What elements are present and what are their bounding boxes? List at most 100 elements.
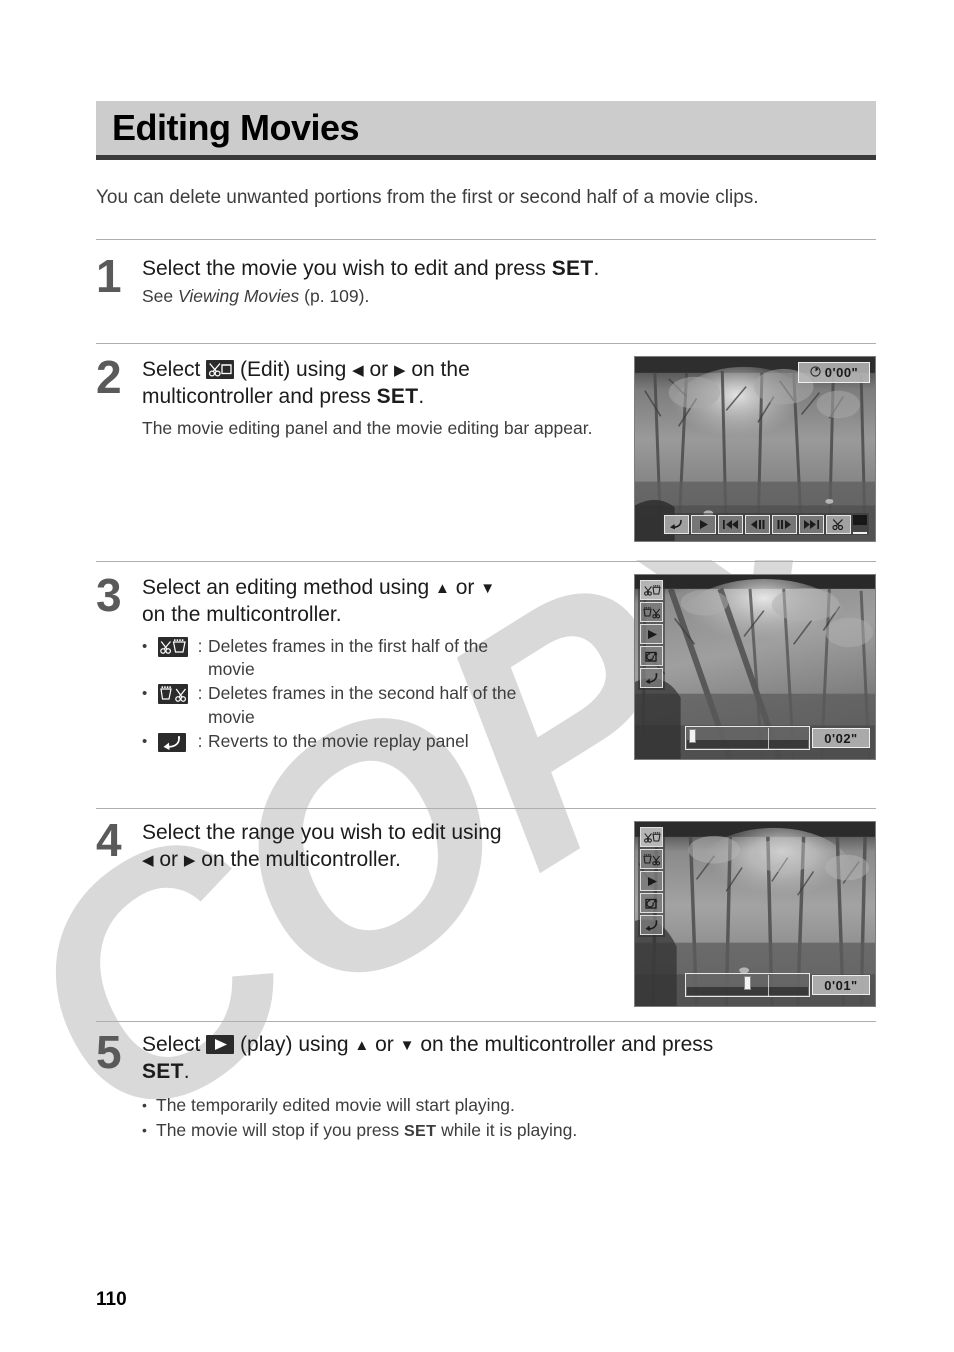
movie-replay-control-bar[interactable] <box>662 513 869 535</box>
movie-editing-bar[interactable] <box>685 726 810 750</box>
step-5-number: 5 <box>96 1026 122 1078</box>
play-button[interactable] <box>640 871 663 891</box>
step-1-sub-reference: Viewing Movies <box>178 285 300 306</box>
bullet-text: Reverts to the movie replay panel <box>208 730 469 751</box>
exit-button[interactable] <box>664 514 689 534</box>
step-3-line1-before: Select an editing method using <box>142 576 436 599</box>
revert-icon <box>158 730 192 755</box>
clock-icon <box>810 365 821 380</box>
movie-editing-bar[interactable] <box>685 973 810 997</box>
timer-value: 0'02" <box>824 730 858 746</box>
up-arrow-icon: ▲ <box>435 580 450 597</box>
down-arrow-icon: ▼ <box>480 580 496 597</box>
timer-badge: 0'02" <box>812 728 870 748</box>
set-label: SET <box>376 384 419 408</box>
bullet-text: The temporarily edited movie will start … <box>156 1094 515 1115</box>
page-title: Editing Movies <box>112 107 360 148</box>
cut-second-half-button[interactable] <box>640 849 663 869</box>
play-button[interactable] <box>640 624 663 644</box>
step-2-line1-mid: (Edit) using <box>234 358 353 381</box>
step-5-line1-before: Select <box>142 1033 207 1056</box>
bullet-dot: • <box>142 732 148 750</box>
step-4-heading: Select the range you wish to edit using … <box>142 820 616 874</box>
bullet-colon: : <box>197 683 203 704</box>
bullet-text: The movie will stop if you press SET whi… <box>156 1118 577 1143</box>
set-label: SET <box>404 1122 437 1141</box>
editing-bar-endpoint <box>768 975 769 996</box>
timer-value: 0'01" <box>824 977 858 993</box>
step-1-sub-after: (p. 109). <box>299 285 370 306</box>
cut-second-half-button[interactable] <box>640 602 663 622</box>
list-item: • The movie will stop if you press SET w… <box>142 1118 886 1143</box>
left-arrow-icon: ◀ <box>142 851 154 869</box>
list-item: • : Deletes frames in the first half of … <box>142 635 616 682</box>
separator-3 <box>96 561 876 562</box>
page-title-banner: Editing Movies <box>96 101 876 155</box>
step-5-line1-after: on the multicontroller and press <box>414 1033 714 1056</box>
step-1-heading-text: Select the movie you wish to edit and pr… <box>142 257 552 280</box>
next-frame-button[interactable] <box>772 514 797 534</box>
title-underline <box>96 155 876 160</box>
revert-button[interactable] <box>640 915 663 935</box>
step-5: 5 Select (play) using ▲ or ▼ on the mult… <box>96 1026 886 1144</box>
bullet-text: Deletes frames in the first half of the … <box>208 635 489 680</box>
step-2-line1-after: on the <box>405 358 470 381</box>
editing-bar-handle[interactable] <box>689 729 696 743</box>
bullet-text-after: while it is playing. <box>436 1120 578 1141</box>
page-number: 110 <box>96 1289 127 1310</box>
step-3-number: 3 <box>96 569 122 621</box>
list-item: • The temporarily edited movie will star… <box>142 1093 886 1118</box>
editing-bar-handle[interactable] <box>744 976 751 990</box>
left-arrow-icon: ◀ <box>352 362 364 379</box>
step-2-line2-before: multicontroller and press <box>142 384 377 408</box>
set-label: SET <box>551 257 594 280</box>
save-new-file-button[interactable] <box>640 893 663 913</box>
step-2: 2 Select (Edit) using ◀ or ▶ on the mult… <box>96 354 616 440</box>
step-5-line1-mid: (play) using <box>234 1033 355 1056</box>
step-1-subtext: See Viewing Movies (p. 109). <box>142 285 886 308</box>
separator-1 <box>96 239 876 240</box>
step-1: 1 Select the movie you wish to edit and … <box>96 253 886 308</box>
step-5-bullet-list: • The temporarily edited movie will star… <box>142 1093 886 1144</box>
list-item: • : Reverts to the movie replay panel <box>142 730 616 755</box>
step-4-line1: Select the range you wish to edit using <box>142 821 502 844</box>
step-4-or: or <box>153 847 184 871</box>
step-5-line2-after: . <box>183 1059 190 1083</box>
scissors-edit-icon <box>206 360 235 379</box>
editing-bar-track <box>687 740 808 748</box>
bullet-text: Deletes frames in the second half of the… <box>208 683 517 727</box>
rewind-button[interactable] <box>718 514 743 534</box>
step-3-or: or <box>449 576 481 599</box>
cut-second-half-icon <box>158 682 192 707</box>
bullet-colon: : <box>197 730 203 751</box>
previous-frame-button[interactable] <box>745 514 770 534</box>
bullet-colon: : <box>197 635 203 656</box>
step-3: 3 Select an editing method using ▲ or ▼ … <box>96 569 616 756</box>
fast-forward-button[interactable] <box>799 514 824 534</box>
edit-scissors-button[interactable] <box>826 514 851 534</box>
cut-first-half-button[interactable] <box>640 580 663 600</box>
set-label: SET <box>142 1059 184 1083</box>
step-5-or: or <box>369 1033 400 1056</box>
movie-editing-panel-screen: 0'02" <box>634 574 876 760</box>
step-2-or: or <box>363 358 394 381</box>
save-new-file-button[interactable] <box>640 646 663 666</box>
movie-editing-panel[interactable] <box>638 578 665 690</box>
movie-replay-panel-screen: 0'00" <box>634 356 876 542</box>
step-3-bullet-list: • : Deletes frames in the first half of … <box>142 635 616 755</box>
separator-2 <box>96 343 876 344</box>
revert-button[interactable] <box>640 668 663 688</box>
cut-first-half-button[interactable] <box>640 827 663 847</box>
bullet-dot: • <box>142 685 148 703</box>
movie-editing-panel[interactable] <box>638 825 665 937</box>
movie-editing-range-screen: 0'01" <box>634 821 876 1007</box>
intro-paragraph: You can delete unwanted portions from th… <box>96 187 759 208</box>
play-button[interactable] <box>691 514 716 534</box>
timer-badge: 0'00" <box>798 362 870 383</box>
timer-badge: 0'01" <box>812 975 870 995</box>
right-arrow-icon: ▶ <box>393 362 406 379</box>
print-button[interactable] <box>853 514 867 534</box>
step-3-heading: Select an editing method using ▲ or ▼ on… <box>142 575 616 629</box>
right-arrow-icon: ▶ <box>183 851 196 869</box>
up-arrow-icon: ▲ <box>354 1037 370 1054</box>
